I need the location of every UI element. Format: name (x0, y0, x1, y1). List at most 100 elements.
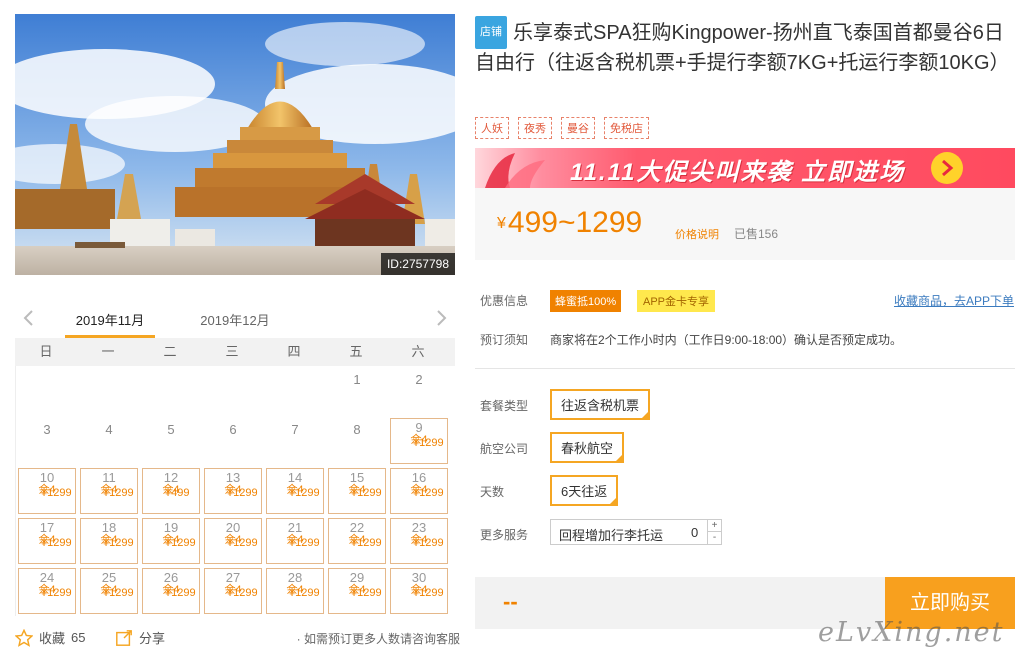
day-price: ¥1299 (227, 487, 258, 499)
day-number: 5 (167, 422, 175, 437)
promo-tag-honey: 蜂蜜抵100% (550, 290, 622, 312)
day-number: 16 (411, 470, 427, 485)
calendar-day-available[interactable]: 16 ¥1299 余4 (390, 468, 448, 514)
day-number: 6 (229, 422, 237, 437)
weekday-label: 三 (225, 344, 239, 359)
favorite-button[interactable]: 收藏 65 (15, 628, 85, 647)
day-price: ¥1299 (227, 587, 258, 599)
calendar-day-available[interactable]: 30 ¥1299 余4 (390, 568, 448, 614)
day-price: ¥1299 (351, 537, 382, 549)
package-type-option[interactable]: 往返含税机票 ✓ (550, 389, 651, 420)
calendar-day-available[interactable]: 13 ¥1299 余4 (204, 468, 262, 514)
calendar-day: 8 (326, 416, 388, 466)
price-value: 499~1299 (507, 206, 643, 239)
day-price: ¥1299 (289, 587, 320, 599)
package-type-value: 往返含税机票 (561, 398, 640, 413)
airline-option[interactable]: 春秋航空 ✓ (550, 432, 625, 463)
tag-item: 人妖 (475, 117, 509, 139)
promo-tag-app-gold: APP金卡专享 (637, 290, 716, 312)
sold-count: 已售156 (734, 227, 779, 241)
calendar-day-available[interactable]: 11 ¥1299 余4 (80, 468, 138, 514)
increment-button[interactable]: + (707, 520, 721, 532)
calendar-day-available[interactable]: 22 ¥1299 余4 (328, 518, 386, 564)
weekday-label: 一 (101, 344, 115, 359)
banner-go-button[interactable] (931, 152, 963, 184)
favorite-label: 收藏 (39, 631, 66, 646)
tab-month-current[interactable]: 2019年11月 (65, 310, 155, 338)
next-month-arrow[interactable] (433, 308, 449, 328)
price-note-link[interactable]: 价格说明 (675, 226, 719, 242)
day-number: 28 (287, 570, 303, 585)
calendar-day-available[interactable]: 17 ¥1299 余4 (18, 518, 76, 564)
calendar-day-available[interactable]: 25 ¥1299 余4 (80, 568, 138, 614)
day-number: 15 (349, 470, 365, 485)
luggage-quantity-value[interactable]: 0 (691, 525, 698, 540)
day-price: ¥1299 (413, 487, 444, 499)
image-id-label: ID:2757798 (380, 253, 455, 275)
calendar-day-available[interactable]: 18 ¥1299 余4 (80, 518, 138, 564)
day-number: 2 (415, 372, 423, 387)
star-icon (15, 628, 33, 647)
calendar-day-empty (202, 366, 264, 416)
consult-service-link[interactable]: · 如需预订更多人数请咨询客服 (297, 630, 460, 647)
calendar-day-grid: 1 2 3 4 5 6 7 8 9 ¥1299 余4 10 ¥1299 余4 11 ¥1299 余4 12 ¥499… (15, 366, 455, 616)
share-button[interactable]: 分享 (115, 628, 165, 647)
calendar-day-available[interactable]: 29 ¥1299 余4 (328, 568, 386, 614)
weekday-label: 四 (287, 344, 301, 359)
calendar-day-available[interactable]: 14 ¥1299 余4 (266, 468, 324, 514)
promo-info-label: 优惠信息 (480, 294, 529, 308)
calendar-day-available[interactable]: 21 ¥1299 余4 (266, 518, 324, 564)
prev-month-arrow[interactable] (21, 308, 37, 328)
calendar-day-available[interactable]: 9 ¥1299 余4 (390, 418, 448, 464)
calendar-day-available[interactable]: 15 ¥1299 余4 (328, 468, 386, 514)
day-number: 10 (39, 470, 55, 485)
day-number: 9 (415, 420, 423, 435)
calendar-day-available[interactable]: 28 ¥1299 余4 (266, 568, 324, 614)
calendar-day: 4 (78, 416, 140, 466)
day-price: ¥1299 (289, 537, 320, 549)
calendar-day: 7 (264, 416, 326, 466)
tab-month-next[interactable]: 2019年12月 (190, 310, 280, 338)
favorite-app-link[interactable]: 收藏商品，去APP下单 (894, 292, 1014, 309)
weekday-label: 日 (39, 344, 53, 359)
currency-symbol: ¥ (497, 215, 506, 232)
day-number: 22 (349, 520, 365, 535)
calendar-day-available[interactable]: 19 ¥1299 余4 (142, 518, 200, 564)
days-option[interactable]: 6天往返 ✓ (550, 475, 619, 506)
calendar-day-available[interactable]: 10 ¥1299 余4 (18, 468, 76, 514)
day-number: 29 (349, 570, 365, 585)
day-number: 11 (102, 470, 116, 485)
day-number: 21 (287, 520, 303, 535)
month-navigation: 2019年11月 2019年12月 (15, 298, 455, 338)
day-price: ¥1299 (41, 487, 72, 499)
calendar-day-available[interactable]: 24 ¥1299 余4 (18, 568, 76, 614)
tag-item: 曼谷 (561, 117, 595, 139)
calendar-day-available[interactable]: 12 ¥499 余4 (142, 468, 200, 514)
tag-item: 免税店 (604, 117, 649, 139)
days-value: 6天往返 (561, 484, 608, 499)
day-number: 24 (39, 570, 55, 585)
luggage-service-label: 回程增加行李托运 (559, 528, 664, 543)
calendar-day-available[interactable]: 23 ¥1299 余4 (390, 518, 448, 564)
decrement-button[interactable]: - (707, 532, 721, 544)
day-price: ¥1299 (103, 537, 134, 549)
calendar-day-available[interactable]: 27 ¥1299 余4 (204, 568, 262, 614)
promo-banner[interactable]: 11.11大促尖叫来袭 立即进场 (475, 148, 1015, 188)
check-icon: ✓ (641, 410, 649, 419)
more-services-label: 更多服务 (480, 528, 529, 542)
airline-value: 春秋航空 (561, 441, 614, 456)
calendar-day-available[interactable]: 26 ¥1299 余4 (142, 568, 200, 614)
product-hero-image: ID:2757798 (15, 14, 455, 275)
day-price: ¥1299 (289, 487, 320, 499)
day-number: 19 (163, 520, 179, 535)
day-price: ¥1299 (165, 587, 196, 599)
calendar-day: 2 (388, 366, 450, 416)
day-number: 20 (225, 520, 241, 535)
day-price: ¥1299 (41, 587, 72, 599)
luggage-quantity-stepper: 回程增加行李托运 0 + - (550, 519, 722, 545)
day-price: ¥1299 (413, 587, 444, 599)
day-number: 12 (163, 470, 179, 485)
date-calendar: 2019年11月 2019年12月 日 一 二 三 四 五 六 12345678… (15, 298, 455, 616)
day-number: 13 (225, 470, 241, 485)
calendar-day-available[interactable]: 20 ¥1299 余4 (204, 518, 262, 564)
